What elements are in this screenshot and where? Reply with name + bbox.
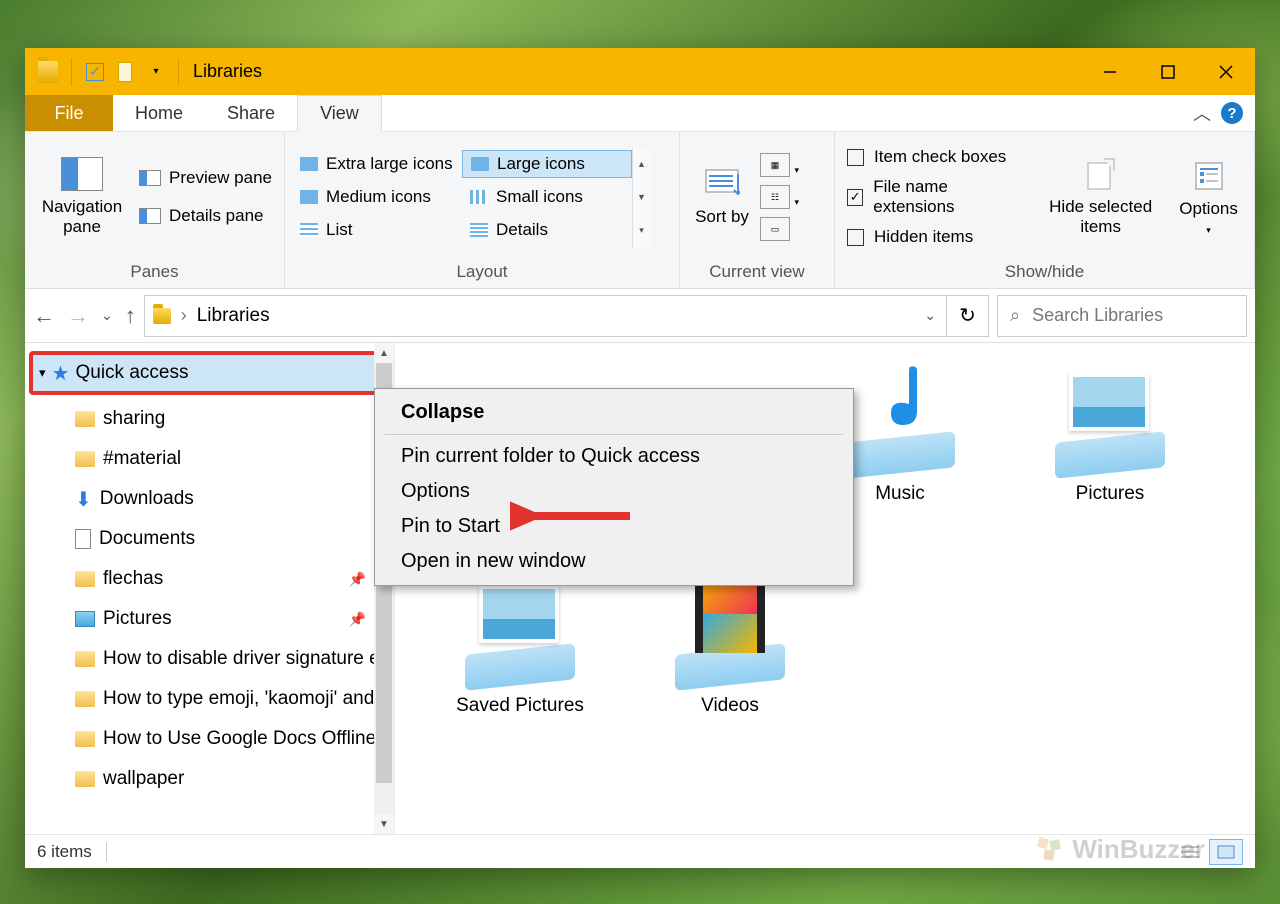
explorer-icon[interactable] <box>35 59 61 85</box>
ctx-collapse[interactable]: Collapse <box>375 395 853 430</box>
sidebar-item[interactable]: flechas📌 <box>25 559 394 599</box>
tab-view[interactable]: View <box>297 95 382 132</box>
file-name-extensions-toggle[interactable]: File name extensions <box>847 177 1026 217</box>
sidebar-item[interactable]: ⬇Downloads <box>25 479 394 519</box>
search-input[interactable]: ⌕ Search Libraries <box>997 295 1247 337</box>
forward-button[interactable]: → <box>67 303 89 329</box>
options-button[interactable]: Options ▾ <box>1175 159 1242 236</box>
status-count: 6 items <box>37 842 92 862</box>
size-columns-button[interactable]: ▭ <box>760 217 790 241</box>
close-button[interactable] <box>1197 48 1255 95</box>
watermark: WinBuzzer <box>1036 834 1205 865</box>
layout-small[interactable]: Small icons <box>462 184 632 210</box>
help-icon[interactable]: ? <box>1221 102 1243 124</box>
details-pane-button[interactable]: Details pane <box>139 206 272 226</box>
panes-group-label: Panes <box>25 262 284 288</box>
refresh-button[interactable]: ↻ <box>947 295 989 337</box>
ribbon: Navigation pane Preview pane Details pan… <box>25 132 1255 289</box>
group-by-button[interactable]: ☷▾ <box>760 185 790 209</box>
library-item[interactable]: Saved Pictures <box>445 575 595 717</box>
search-icon: ⌕ <box>1010 305 1020 326</box>
up-button[interactable]: ↑ <box>125 303 136 329</box>
gallery-more-icon[interactable]: ▾ <box>632 214 650 247</box>
maximize-button[interactable] <box>1139 48 1197 95</box>
address-dropdown-icon[interactable]: ⌄ <box>924 307 936 324</box>
properties-icon[interactable]: ✓ <box>82 59 108 85</box>
annotation-arrow <box>510 498 640 538</box>
tab-share[interactable]: Share <box>205 95 297 131</box>
address-bar[interactable]: › Libraries ⌄ <box>144 295 947 337</box>
layout-large[interactable]: Large icons <box>462 150 632 178</box>
gallery-up-icon[interactable]: ▲ <box>632 148 650 181</box>
options-label: Options <box>1179 199 1238 219</box>
navigation-bar: ← → ⌄ ↑ › Libraries ⌄ ↻ ⌕ Search Librari… <box>25 289 1255 343</box>
sidebar-quick-access[interactable]: ▾ ★ Quick access <box>31 353 388 393</box>
quick-access-toolbar: ✓ <box>25 58 164 86</box>
preview-pane-button[interactable]: Preview pane <box>139 168 272 188</box>
large-icons-view-button[interactable] <box>1209 839 1243 865</box>
navigation-pane-button[interactable]: Navigation pane <box>37 157 127 236</box>
sidebar: ▾ ★ Quick access sharing#material⬇Downlo… <box>25 343 395 834</box>
sidebar-item[interactable]: How to disable driver signature en <box>25 639 394 679</box>
sidebar-item[interactable]: Pictures📌 <box>25 599 394 639</box>
title-bar: ✓ Libraries <box>25 48 1255 95</box>
current-view-group-label: Current view <box>680 262 834 288</box>
sort-by-button[interactable]: Sort by <box>692 168 752 227</box>
back-button[interactable]: ← <box>33 303 55 329</box>
ctx-open-new-window[interactable]: Open in new window <box>375 544 853 579</box>
sidebar-item[interactable]: wallpaper <box>25 759 394 799</box>
hide-selected-label: Hide selected items <box>1048 197 1153 236</box>
layout-list[interactable]: List <box>292 217 462 243</box>
search-placeholder: Search Libraries <box>1032 305 1163 326</box>
sidebar-item[interactable]: sharing <box>25 399 394 439</box>
sidebar-item[interactable]: How to Use Google Docs Offline <box>25 719 394 759</box>
add-columns-button[interactable]: ▦▾ <box>760 153 790 177</box>
hide-selected-button[interactable]: Hide selected items <box>1048 157 1153 236</box>
quick-access-label: Quick access <box>75 362 188 384</box>
sidebar-item[interactable]: Documents <box>25 519 394 559</box>
pin-icon: 📌 <box>349 611 366 628</box>
hidden-items-toggle[interactable]: Hidden items <box>847 227 1026 247</box>
minimize-button[interactable] <box>1081 48 1139 95</box>
ribbon-tabs: File Home Share View ︿ ? <box>25 95 1255 132</box>
recent-locations-icon[interactable]: ⌄ <box>101 307 113 324</box>
tab-file[interactable]: File <box>25 95 113 131</box>
layout-group-label: Layout <box>285 262 679 288</box>
pin-icon: 📌 <box>349 571 366 588</box>
qat-dropdown-icon[interactable] <box>148 64 164 80</box>
collapse-ribbon-icon[interactable]: ︿ <box>1193 100 1211 126</box>
status-bar: 6 items WinBuzzer <box>25 834 1255 868</box>
address-location: Libraries <box>197 305 270 327</box>
sidebar-item[interactable]: How to type emoji, 'kaomoji' and <box>25 679 394 719</box>
sidebar-item[interactable]: #material <box>25 439 394 479</box>
new-folder-icon[interactable] <box>112 59 138 85</box>
navigation-pane-label: Navigation pane <box>37 197 127 236</box>
library-item[interactable]: Videos <box>655 575 805 717</box>
sort-by-label: Sort by <box>695 208 749 227</box>
layout-extra-large[interactable]: Extra large icons <box>292 151 462 177</box>
item-check-boxes-toggle[interactable]: Item check boxes <box>847 147 1026 167</box>
layout-medium[interactable]: Medium icons <box>292 184 462 210</box>
gallery-down-icon[interactable]: ▼ <box>632 181 650 214</box>
tab-home[interactable]: Home <box>113 95 205 131</box>
window-title: Libraries <box>193 61 262 82</box>
context-menu: Collapse Pin current folder to Quick acc… <box>374 388 854 586</box>
library-item[interactable]: Pictures <box>1035 363 1185 505</box>
layout-details[interactable]: Details <box>462 217 632 243</box>
ctx-pin-quick-access[interactable]: Pin current folder to Quick access <box>375 439 853 474</box>
show-hide-group-label: Show/hide <box>835 262 1254 288</box>
